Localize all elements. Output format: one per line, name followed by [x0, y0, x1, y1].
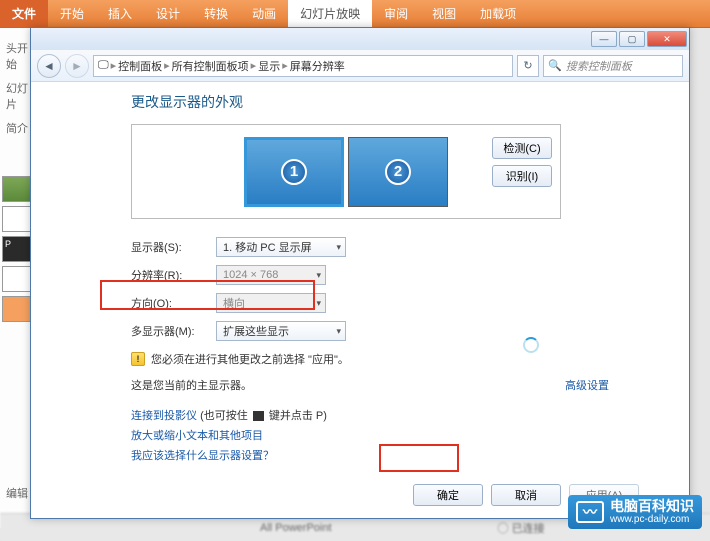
ppt-tab-slideshow[interactable]: 幻灯片放映: [288, 0, 372, 27]
watermark-icon: 〰: [576, 501, 604, 523]
monitor-1[interactable]: 1: [244, 137, 344, 207]
address-bar[interactable]: 🖵 ▸ 控制面板 ▸ 所有控制面板项 ▸ 显示 ▸ 屏幕分辨率: [93, 55, 513, 77]
warning-text: 您必须在进行其他更改之前选择 "应用"。: [151, 351, 349, 367]
monitor-preview[interactable]: 1 2 检测(C) 识别(I): [131, 124, 561, 219]
ppt-tab-review[interactable]: 审阅: [372, 0, 420, 27]
advanced-link[interactable]: 高级设置: [565, 377, 609, 393]
ppt-side-tab1[interactable]: 幻灯片: [6, 80, 33, 112]
ppt-tab-file[interactable]: 文件: [0, 0, 48, 27]
multi-select[interactable]: 扩展这些显示: [216, 321, 346, 341]
ppt-tab-start[interactable]: 开始: [48, 0, 96, 27]
identify-button[interactable]: 识别(I): [492, 165, 552, 187]
which-display-link[interactable]: 我应该选择什么显示器设置？: [131, 447, 669, 463]
monitor-2-badge: 2: [385, 159, 411, 185]
monitor-1-badge: 1: [281, 159, 307, 185]
primary-note: 这是您当前的主显示器。: [131, 380, 252, 392]
orientation-select[interactable]: 横向: [216, 293, 326, 313]
minimize-button[interactable]: —: [591, 31, 617, 47]
crumb-resolution: 屏幕分辨率: [290, 58, 345, 74]
content-area: 更改显示器的外观 1 2 检测(C) 识别(I) 显示器(S): 1. 移动 P…: [31, 82, 689, 518]
watermark: 〰 电脑百科知识 www.pc-daily.com: [568, 495, 702, 529]
warning-icon: !: [131, 352, 145, 366]
ppt-bottom-status: 已连接: [512, 523, 545, 535]
window-titlebar[interactable]: — ▢ ✕: [31, 28, 689, 50]
crumb-display[interactable]: 显示: [258, 58, 280, 74]
detect-button[interactable]: 检测(C): [492, 137, 552, 159]
monitor-icon: 🖵: [98, 59, 109, 72]
close-button[interactable]: ✕: [647, 31, 687, 47]
crumb-all-items[interactable]: 所有控制面板项: [172, 58, 249, 74]
ppt-tab-anim[interactable]: 动画: [240, 0, 288, 27]
ppt-side-tab2[interactable]: 简介: [6, 120, 33, 136]
ppt-ribbon: 文件 开始 插入 设计 转换 动画 幻灯片放映 审阅 视图 加载项: [0, 0, 710, 28]
ppt-tab-insert[interactable]: 插入: [96, 0, 144, 27]
multi-label: 多显示器(M):: [131, 323, 206, 339]
search-icon: 🔍: [548, 59, 562, 72]
nav-back-button[interactable]: ◄: [37, 54, 61, 78]
ppt-tab-design[interactable]: 设计: [144, 0, 192, 27]
ppt-tab-view[interactable]: 视图: [420, 0, 468, 27]
ok-button[interactable]: 确定: [413, 484, 483, 506]
ppt-editbar: 编辑: [6, 485, 28, 501]
loading-spinner-icon: [523, 337, 539, 353]
watermark-title: 电脑百科知识: [610, 499, 694, 514]
watermark-url: www.pc-daily.com: [610, 514, 694, 525]
warning-row: ! 您必须在进行其他更改之前选择 "应用"。: [131, 351, 669, 367]
cancel-button[interactable]: 取消: [491, 484, 561, 506]
refresh-button[interactable]: ↻: [517, 55, 539, 77]
search-input[interactable]: 🔍 搜索控制面板: [543, 55, 683, 77]
windows-key-icon: [253, 411, 264, 421]
search-placeholder: 搜索控制面板: [566, 58, 632, 74]
ppt-tab-transition[interactable]: 转换: [192, 0, 240, 27]
navbar: ◄ ► 🖵 ▸ 控制面板 ▸ 所有控制面板项 ▸ 显示 ▸ 屏幕分辨率 ↻ 🔍 …: [31, 50, 689, 82]
textsize-link[interactable]: 放大或缩小文本和其他项目: [131, 427, 669, 443]
display-label: 显示器(S):: [131, 239, 206, 255]
maximize-button[interactable]: ▢: [619, 31, 645, 47]
nav-forward-button: ►: [65, 54, 89, 78]
resolution-label: 分辨率(R):: [131, 267, 206, 283]
ppt-tab-addin[interactable]: 加载项: [468, 0, 528, 27]
crumb-control-panel[interactable]: 控制面板: [118, 58, 162, 74]
display-settings-window: — ▢ ✕ ◄ ► 🖵 ▸ 控制面板 ▸ 所有控制面板项 ▸ 显示 ▸ 屏幕分辨…: [30, 27, 690, 519]
projector-link[interactable]: 连接到投影仪 (也可按住 键并点击 P): [131, 407, 669, 423]
resolution-select[interactable]: 1024 × 768: [216, 265, 326, 285]
ppt-bottom-label: All PowerPoint: [260, 522, 332, 534]
display-select[interactable]: 1. 移动 PC 显示屏: [216, 237, 346, 257]
page-title: 更改显示器的外观: [131, 92, 669, 112]
ppt-side-status: 头开始: [6, 40, 33, 72]
orientation-label: 方向(O):: [131, 295, 206, 311]
monitor-2[interactable]: 2: [348, 137, 448, 207]
